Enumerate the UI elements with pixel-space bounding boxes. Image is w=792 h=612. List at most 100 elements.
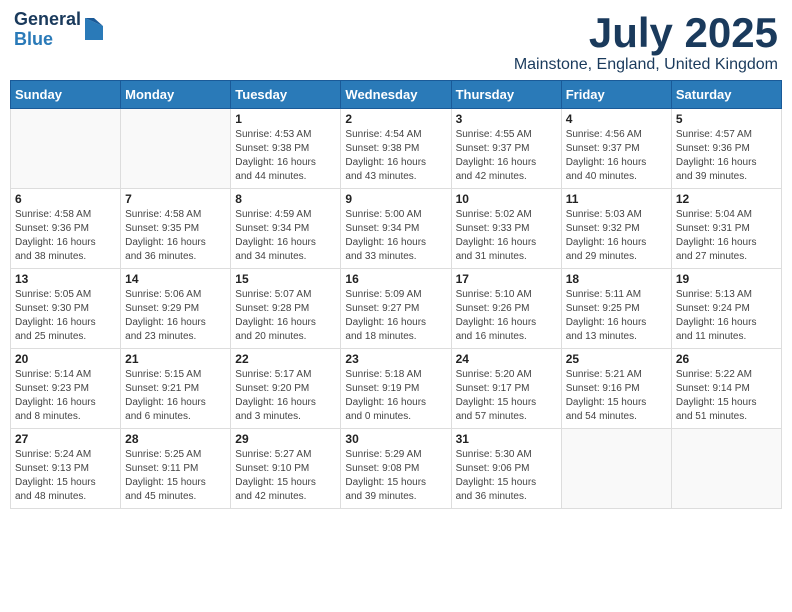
day-number: 6 bbox=[15, 192, 116, 206]
day-number: 23 bbox=[345, 352, 446, 366]
logo: General Blue bbox=[14, 10, 103, 50]
calendar-cell: 19 Sunrise: 5:13 AM Sunset: 9:24 PM Dayli… bbox=[671, 269, 781, 349]
day-info: Sunrise: 5:20 AM Sunset: 9:17 PM Dayligh… bbox=[456, 368, 557, 424]
day-info: Sunrise: 5:00 AM Sunset: 9:34 PM Dayligh… bbox=[345, 208, 446, 264]
weekday-header: Sunday bbox=[11, 81, 121, 109]
day-number: 1 bbox=[235, 112, 336, 126]
day-number: 15 bbox=[235, 272, 336, 286]
calendar-cell: 6 Sunrise: 4:58 AM Sunset: 9:36 PM Daylig… bbox=[11, 189, 121, 269]
day-info: Sunrise: 5:18 AM Sunset: 9:19 PM Dayligh… bbox=[345, 368, 446, 424]
location: Mainstone, England, United Kingdom bbox=[514, 56, 778, 74]
calendar-cell: 17 Sunrise: 5:10 AM Sunset: 9:26 PM Dayli… bbox=[451, 269, 561, 349]
day-info: Sunrise: 4:57 AM Sunset: 9:36 PM Dayligh… bbox=[676, 128, 777, 184]
day-number: 18 bbox=[566, 272, 667, 286]
day-number: 29 bbox=[235, 432, 336, 446]
day-number: 31 bbox=[456, 432, 557, 446]
day-number: 2 bbox=[345, 112, 446, 126]
day-info: Sunrise: 5:29 AM Sunset: 9:08 PM Dayligh… bbox=[345, 448, 446, 504]
calendar-cell: 28Sunrise: 5:25 AM Sunset: 9:11 PM Dayli… bbox=[121, 429, 231, 509]
weekday-header: Tuesday bbox=[231, 81, 341, 109]
calendar-cell: 31Sunrise: 5:30 AM Sunset: 9:06 PM Dayli… bbox=[451, 429, 561, 509]
day-info: Sunrise: 5:14 AM Sunset: 9:23 PM Dayligh… bbox=[15, 368, 116, 424]
calendar-cell: 2 Sunrise: 4:54 AM Sunset: 9:38 PM Daylig… bbox=[341, 109, 451, 189]
day-info: Sunrise: 5:21 AM Sunset: 9:16 PM Dayligh… bbox=[566, 368, 667, 424]
day-info: Sunrise: 5:27 AM Sunset: 9:10 PM Dayligh… bbox=[235, 448, 336, 504]
calendar-week-row: 20 Sunrise: 5:14 AM Sunset: 9:23 PM Dayli… bbox=[11, 349, 782, 429]
day-info: Sunrise: 5:03 AM Sunset: 9:32 PM Dayligh… bbox=[566, 208, 667, 264]
calendar-cell: 25 Sunrise: 5:21 AM Sunset: 9:16 PM Dayli… bbox=[561, 349, 671, 429]
calendar-cell: 13Sunrise: 5:05 AM Sunset: 9:30 PM Dayli… bbox=[11, 269, 121, 349]
day-number: 27 bbox=[15, 432, 116, 446]
day-number: 4 bbox=[566, 112, 667, 126]
calendar-cell: 29 Sunrise: 5:27 AM Sunset: 9:10 PM Dayli… bbox=[231, 429, 341, 509]
calendar-cell: 20 Sunrise: 5:14 AM Sunset: 9:23 PM Dayli… bbox=[11, 349, 121, 429]
calendar-cell: 27 Sunrise: 5:24 AM Sunset: 9:13 PM Dayli… bbox=[11, 429, 121, 509]
day-info: Sunrise: 5:02 AM Sunset: 9:33 PM Dayligh… bbox=[456, 208, 557, 264]
day-info: Sunrise: 4:59 AM Sunset: 9:34 PM Dayligh… bbox=[235, 208, 336, 264]
day-info: Sunrise: 5:22 AM Sunset: 9:14 PM Dayligh… bbox=[676, 368, 777, 424]
day-number: 28 bbox=[125, 432, 226, 446]
calendar-cell bbox=[671, 429, 781, 509]
calendar-cell: 23 Sunrise: 5:18 AM Sunset: 9:19 PM Dayli… bbox=[341, 349, 451, 429]
day-info: Sunrise: 5:07 AM Sunset: 9:28 PM Dayligh… bbox=[235, 288, 336, 344]
weekday-header: Thursday bbox=[451, 81, 561, 109]
day-number: 11 bbox=[566, 192, 667, 206]
day-number: 25 bbox=[566, 352, 667, 366]
day-info: Sunrise: 4:58 AM Sunset: 9:35 PM Dayligh… bbox=[125, 208, 226, 264]
calendar-cell: 5 Sunrise: 4:57 AM Sunset: 9:36 PM Daylig… bbox=[671, 109, 781, 189]
calendar-cell: 4 Sunrise: 4:56 AM Sunset: 9:37 PM Daylig… bbox=[561, 109, 671, 189]
calendar-cell: 15 Sunrise: 5:07 AM Sunset: 9:28 PM Dayli… bbox=[231, 269, 341, 349]
calendar-week-row: 13Sunrise: 5:05 AM Sunset: 9:30 PM Dayli… bbox=[11, 269, 782, 349]
day-number: 3 bbox=[456, 112, 557, 126]
day-number: 5 bbox=[676, 112, 777, 126]
day-number: 17 bbox=[456, 272, 557, 286]
calendar-cell: 21Sunrise: 5:15 AM Sunset: 9:21 PM Dayli… bbox=[121, 349, 231, 429]
day-info: Sunrise: 4:56 AM Sunset: 9:37 PM Dayligh… bbox=[566, 128, 667, 184]
weekday-header: Wednesday bbox=[341, 81, 451, 109]
calendar-cell: 3Sunrise: 4:55 AM Sunset: 9:37 PM Daylig… bbox=[451, 109, 561, 189]
calendar-cell: 7Sunrise: 4:58 AM Sunset: 9:35 PM Daylig… bbox=[121, 189, 231, 269]
day-number: 12 bbox=[676, 192, 777, 206]
day-info: Sunrise: 5:10 AM Sunset: 9:26 PM Dayligh… bbox=[456, 288, 557, 344]
logo-text: General Blue bbox=[14, 10, 81, 50]
weekday-header: Saturday bbox=[671, 81, 781, 109]
calendar-cell: 30 Sunrise: 5:29 AM Sunset: 9:08 PM Dayli… bbox=[341, 429, 451, 509]
day-number: 24 bbox=[456, 352, 557, 366]
logo-general: General bbox=[14, 10, 81, 30]
day-info: Sunrise: 5:13 AM Sunset: 9:24 PM Dayligh… bbox=[676, 288, 777, 344]
weekday-header: Friday bbox=[561, 81, 671, 109]
calendar-cell: 8Sunrise: 4:59 AM Sunset: 9:34 PM Daylig… bbox=[231, 189, 341, 269]
day-info: Sunrise: 4:53 AM Sunset: 9:38 PM Dayligh… bbox=[235, 128, 336, 184]
calendar-week-row: 1 Sunrise: 4:53 AM Sunset: 9:38 PM Daylig… bbox=[11, 109, 782, 189]
day-number: 30 bbox=[345, 432, 446, 446]
day-info: Sunrise: 5:17 AM Sunset: 9:20 PM Dayligh… bbox=[235, 368, 336, 424]
day-number: 9 bbox=[345, 192, 446, 206]
weekday-header-row: SundayMondayTuesdayWednesdayThursdayFrid… bbox=[11, 81, 782, 109]
calendar-cell: 22 Sunrise: 5:17 AM Sunset: 9:20 PM Dayli… bbox=[231, 349, 341, 429]
day-number: 13 bbox=[15, 272, 116, 286]
calendar-cell: 16Sunrise: 5:09 AM Sunset: 9:27 PM Dayli… bbox=[341, 269, 451, 349]
day-info: Sunrise: 5:06 AM Sunset: 9:29 PM Dayligh… bbox=[125, 288, 226, 344]
day-number: 20 bbox=[15, 352, 116, 366]
day-info: Sunrise: 5:24 AM Sunset: 9:13 PM Dayligh… bbox=[15, 448, 116, 504]
day-info: Sunrise: 4:58 AM Sunset: 9:36 PM Dayligh… bbox=[15, 208, 116, 264]
calendar-cell: 1 Sunrise: 4:53 AM Sunset: 9:38 PM Daylig… bbox=[231, 109, 341, 189]
month-title: July 2025 bbox=[514, 10, 778, 56]
day-number: 22 bbox=[235, 352, 336, 366]
calendar-cell: 9 Sunrise: 5:00 AM Sunset: 9:34 PM Daylig… bbox=[341, 189, 451, 269]
logo-blue: Blue bbox=[14, 30, 81, 50]
calendar-cell: 26Sunrise: 5:22 AM Sunset: 9:14 PM Dayli… bbox=[671, 349, 781, 429]
day-number: 14 bbox=[125, 272, 226, 286]
calendar-week-row: 6 Sunrise: 4:58 AM Sunset: 9:36 PM Daylig… bbox=[11, 189, 782, 269]
day-info: Sunrise: 5:11 AM Sunset: 9:25 PM Dayligh… bbox=[566, 288, 667, 344]
calendar-cell bbox=[561, 429, 671, 509]
title-block: July 2025 Mainstone, England, United Kin… bbox=[514, 10, 778, 74]
logo-icon bbox=[85, 18, 103, 40]
calendar-cell: 24 Sunrise: 5:20 AM Sunset: 9:17 PM Dayli… bbox=[451, 349, 561, 429]
calendar-cell bbox=[11, 109, 121, 189]
day-number: 19 bbox=[676, 272, 777, 286]
calendar-week-row: 27 Sunrise: 5:24 AM Sunset: 9:13 PM Dayli… bbox=[11, 429, 782, 509]
calendar-cell: 12Sunrise: 5:04 AM Sunset: 9:31 PM Dayli… bbox=[671, 189, 781, 269]
day-info: Sunrise: 4:54 AM Sunset: 9:38 PM Dayligh… bbox=[345, 128, 446, 184]
day-info: Sunrise: 5:15 AM Sunset: 9:21 PM Dayligh… bbox=[125, 368, 226, 424]
